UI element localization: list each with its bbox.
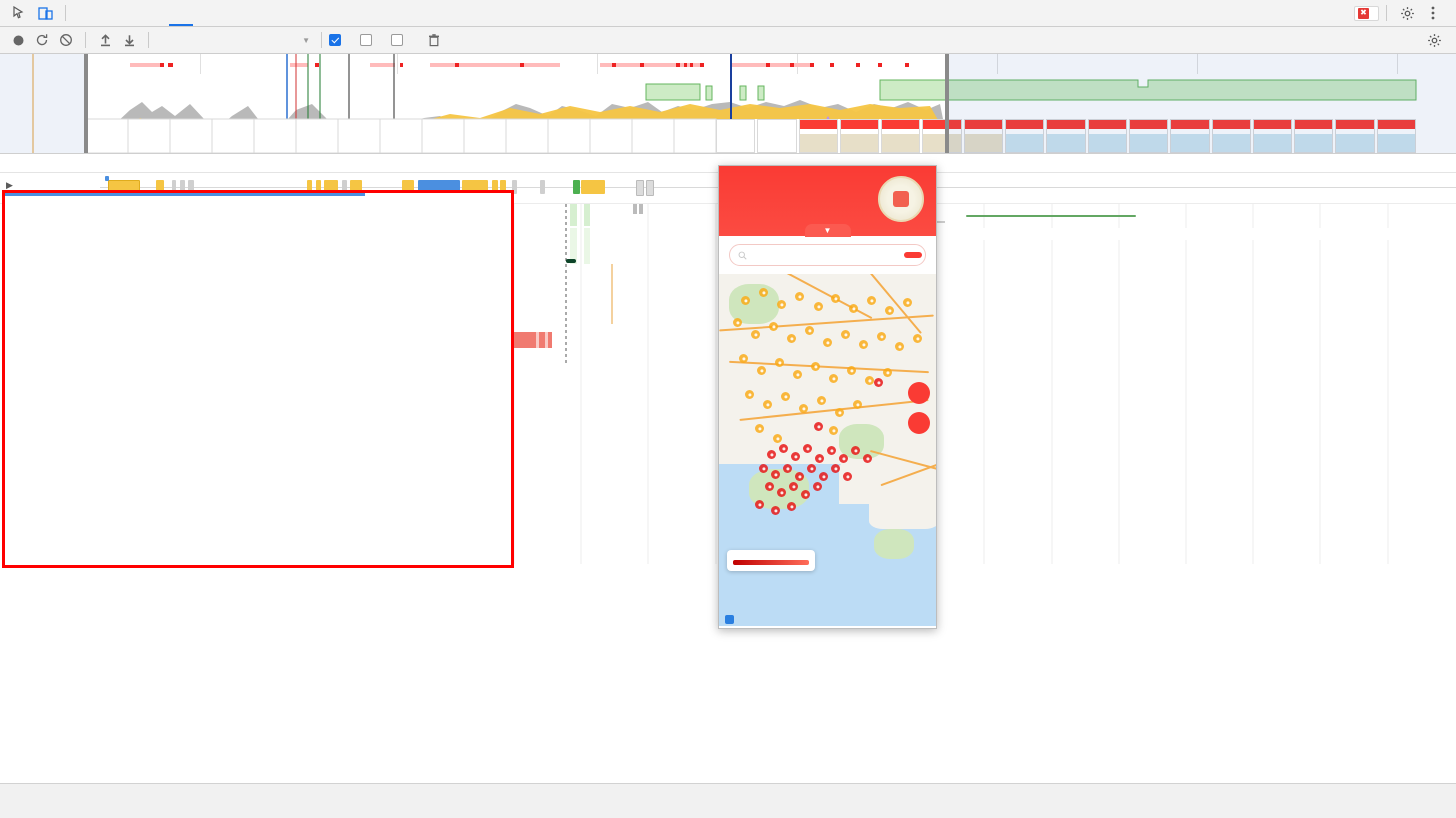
tab-adblock-plus[interactable] xyxy=(289,0,313,26)
tab-performance[interactable] xyxy=(169,0,193,26)
network-request-bar[interactable] xyxy=(646,180,654,196)
donut-center-total-small xyxy=(36,596,96,656)
error-count-badge[interactable]: ✖ xyxy=(1354,5,1379,21)
capture-settings-gear-icon[interactable] xyxy=(1422,28,1446,52)
network-request-bar[interactable] xyxy=(581,180,605,194)
gear-icon[interactable] xyxy=(1394,0,1420,26)
timeline-overview[interactable] xyxy=(0,54,1456,154)
perfbar-right xyxy=(1422,28,1450,52)
device-toolbar-icon[interactable] xyxy=(32,0,58,26)
lcp-marker[interactable] xyxy=(566,259,576,263)
memory-checkbox[interactable] xyxy=(360,34,377,46)
map-info-card xyxy=(727,550,815,571)
tab-sources[interactable] xyxy=(145,0,169,26)
bottom-status-bar xyxy=(0,783,1456,818)
toolbar-divider-2 xyxy=(1386,5,1387,21)
screenshots-checkbox[interactable] xyxy=(329,34,346,46)
amap-logo-icon xyxy=(725,614,734,624)
performance-toolbar: ▼ xyxy=(0,27,1456,54)
profile-select[interactable]: ▼ xyxy=(156,31,314,49)
search-input[interactable] xyxy=(729,244,926,266)
seal-icon xyxy=(878,176,924,222)
panel-tabs xyxy=(73,0,313,26)
overview-window-left-handle[interactable] xyxy=(84,54,88,153)
reload-and-record-button[interactable] xyxy=(30,28,54,52)
network-request-bar[interactable] xyxy=(573,180,580,194)
map-float-button-1[interactable] xyxy=(908,382,930,404)
summary-donut[interactable] xyxy=(27,219,227,419)
summary-pane-small xyxy=(0,572,520,762)
perfbar-divider-3 xyxy=(321,32,322,48)
screenshot-preview-popup[interactable]: ▼ xyxy=(718,165,937,629)
devtools-tabbar: ✖ xyxy=(0,0,1456,27)
tab-network[interactable] xyxy=(121,0,145,26)
summary-top-progress xyxy=(5,193,365,196)
tab-memory[interactable] xyxy=(193,0,217,26)
web-vitals-checkbox[interactable] xyxy=(391,34,408,46)
summary-donut-small xyxy=(12,572,120,680)
tabbar-right-actions: ✖ xyxy=(1354,0,1450,26)
network-request-bar[interactable] xyxy=(540,180,545,194)
record-button[interactable] xyxy=(6,28,30,52)
network-request-label[interactable] xyxy=(966,215,1136,217)
load-profile-button[interactable] xyxy=(93,28,117,52)
screenshot-map[interactable] xyxy=(719,274,936,626)
tab-console[interactable] xyxy=(97,0,121,26)
checkbox-box-web-vitals xyxy=(391,34,403,46)
save-profile-button[interactable] xyxy=(117,28,141,52)
more-vertical-icon[interactable] xyxy=(1420,0,1446,26)
tab-lighthouse[interactable] xyxy=(265,0,289,26)
error-icon: ✖ xyxy=(1358,7,1369,19)
tab-elements[interactable] xyxy=(73,0,97,26)
chevron-down-icon: ▼ xyxy=(302,35,310,45)
chevron-down-icon[interactable]: ▼ xyxy=(804,224,851,237)
overview-window-right-handle[interactable] xyxy=(945,54,949,153)
perfbar-divider-1 xyxy=(85,32,86,48)
devtools-window: ✖ ▼ ▶ ▼ xyxy=(0,0,1456,818)
checkbox-box-screenshots xyxy=(329,34,341,46)
search-button[interactable] xyxy=(904,252,922,258)
network-request-bar[interactable] xyxy=(636,180,644,196)
map-attribution xyxy=(719,612,936,626)
summary-pane-highlighted xyxy=(2,190,514,568)
donut-center-total xyxy=(72,264,182,374)
screenshot-search-bar xyxy=(719,236,936,274)
toolbar-divider xyxy=(65,5,66,21)
screenshot-header: ▼ xyxy=(719,166,936,237)
network-dense-strip[interactable] xyxy=(940,232,1415,250)
tab-application[interactable] xyxy=(217,0,241,26)
network-request-bar xyxy=(105,176,109,181)
tab-security[interactable] xyxy=(241,0,265,26)
filmstrip-thumbnails[interactable] xyxy=(716,119,1417,153)
map-float-button-2[interactable] xyxy=(908,412,930,434)
clear-recording-button[interactable] xyxy=(54,28,78,52)
perfbar-divider-2 xyxy=(148,32,149,48)
trash-icon[interactable] xyxy=(422,28,446,52)
checkbox-box-memory xyxy=(360,34,372,46)
search-icon xyxy=(738,251,747,260)
map-card-gradient xyxy=(733,560,809,565)
inspect-icon[interactable] xyxy=(6,0,32,26)
